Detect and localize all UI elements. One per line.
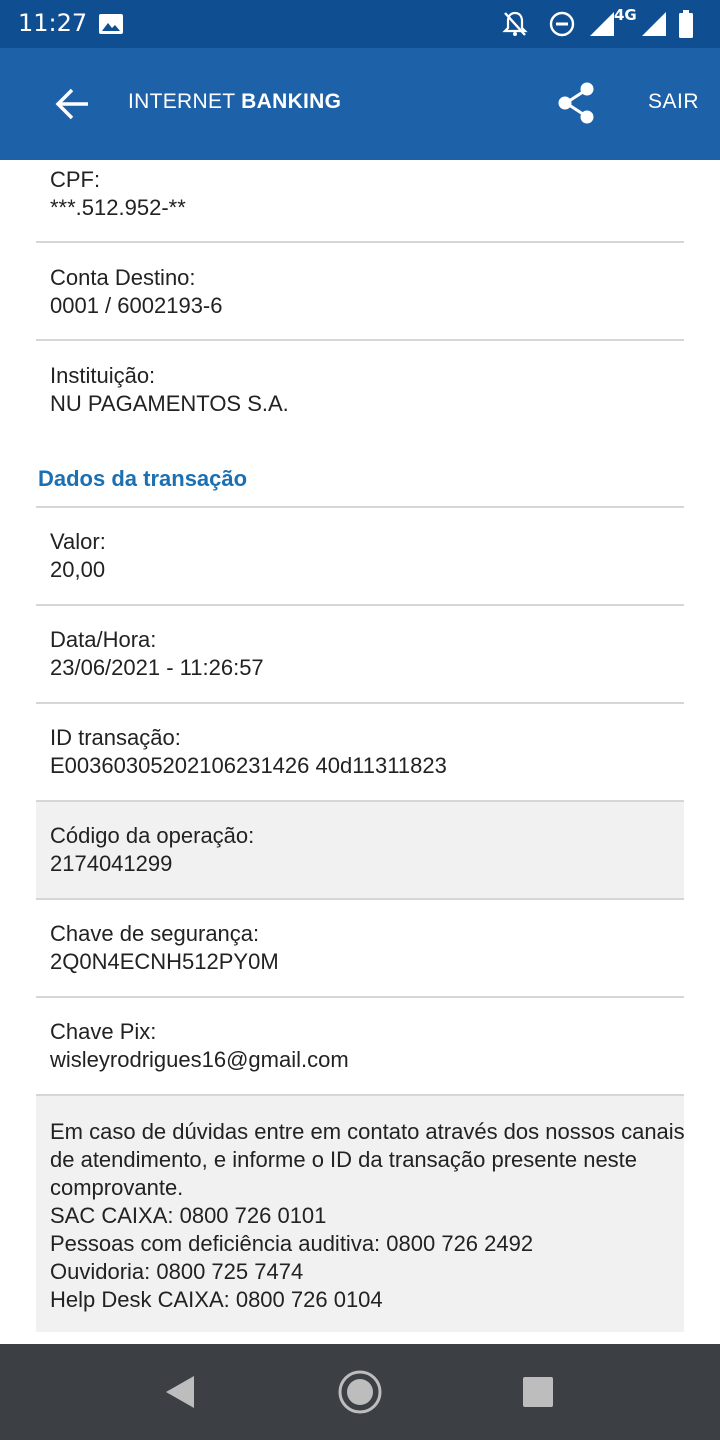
- operation-code-label: Código da operação:: [50, 823, 255, 848]
- operation-code-field: Código da operação: 2174041299: [36, 822, 684, 878]
- back-arrow-icon[interactable]: [50, 80, 98, 128]
- contact-info-line: Em caso de dúvidas entre em contato atra…: [50, 1119, 685, 1144]
- amount-label: Valor:: [50, 529, 106, 554]
- exit-button[interactable]: SAIR: [648, 90, 699, 114]
- divider: [36, 339, 684, 341]
- institution-label: Instituição:: [50, 363, 156, 388]
- amount-field: Valor: 20,00: [36, 528, 684, 584]
- security-key-value: 2Q0N4ECNH512PY0M: [50, 949, 279, 974]
- transaction-id-label: ID transação:: [50, 725, 181, 750]
- divider: [36, 702, 684, 704]
- do-not-disturb-icon: [549, 11, 575, 37]
- share-icon[interactable]: [552, 78, 602, 128]
- signal-icon: [590, 12, 614, 36]
- institution-value: NU PAGAMENTOS S.A.: [50, 391, 289, 416]
- transaction-id-value: E00360305202106231426 40d11311823: [50, 753, 447, 778]
- help-desk-phone: Help Desk CAIXA: 0800 726 0104: [50, 1287, 383, 1312]
- battery-icon: [679, 10, 693, 38]
- app-bar: INTERNET BANKING SAIR: [0, 48, 720, 160]
- back-triangle-icon[interactable]: [156, 1368, 204, 1416]
- receipt-content[interactable]: CPF: ***.512.952-** Conta Destino: 0001 …: [0, 160, 720, 1344]
- account-value: 0001 / 6002193-6: [50, 293, 223, 318]
- security-key-label: Chave de segurança:: [50, 921, 260, 946]
- account-field: Conta Destino: 0001 / 6002193-6: [36, 264, 684, 320]
- divider: [36, 898, 684, 900]
- pix-key-field: Chave Pix: wisleyrodrigues16@gmail.com: [36, 1018, 684, 1074]
- status-time: 11:27: [18, 9, 88, 37]
- signal-icon: [642, 12, 666, 36]
- bell-off-icon: [502, 11, 528, 36]
- recents-square-icon[interactable]: [514, 1368, 562, 1416]
- app-title-part2: BANKING: [241, 90, 342, 113]
- system-nav-bar: [0, 1344, 720, 1440]
- datetime-value: 23/06/2021 - 11:26:57: [50, 655, 264, 680]
- cpf-field: CPF: ***.512.952-**: [36, 166, 684, 222]
- hearing-impaired-phone: Pessoas com deficiência auditiva: 0800 7…: [50, 1231, 534, 1256]
- divider: [36, 1094, 684, 1096]
- amount-value: 20,00: [50, 557, 106, 582]
- ombudsman-phone: Ouvidoria: 0800 725 7474: [50, 1259, 304, 1284]
- network-type: 4G: [614, 6, 637, 24]
- divider: [36, 800, 684, 802]
- divider: [36, 506, 684, 508]
- app-title: INTERNET BANKING: [128, 90, 341, 114]
- transaction-section-title: Dados da transação: [38, 466, 248, 491]
- operation-code-value: 2174041299: [50, 851, 173, 876]
- divider: [36, 604, 684, 606]
- security-key-field: Chave de segurança: 2Q0N4ECNH512PY0M: [36, 920, 684, 976]
- cpf-value: ***.512.952-**: [50, 195, 186, 220]
- contact-info-line: comprovante.: [50, 1175, 184, 1200]
- cpf-label: CPF:: [50, 167, 101, 192]
- status-bar: 11:27 4G: [0, 0, 720, 48]
- datetime-label: Data/Hora:: [50, 627, 157, 652]
- image-icon: [99, 14, 123, 34]
- sac-phone: SAC CAIXA: 0800 726 0101: [50, 1203, 327, 1228]
- transaction-id-field: ID transação: E00360305202106231426 40d1…: [36, 724, 684, 780]
- institution-field: Instituição: NU PAGAMENTOS S.A.: [36, 362, 684, 418]
- divider: [36, 241, 684, 243]
- screen: 11:27 4G INTERNET BANKING SAIR CPF: ***.…: [0, 0, 720, 1440]
- divider: [36, 996, 684, 998]
- app-title-part1: INTERNET: [128, 90, 236, 113]
- datetime-field: Data/Hora: 23/06/2021 - 11:26:57: [36, 626, 684, 682]
- contact-info: Em caso de dúvidas entre em contato atra…: [50, 1118, 685, 1314]
- account-label: Conta Destino:: [50, 265, 196, 290]
- contact-info-line: de atendimento, e informe o ID da transa…: [50, 1147, 638, 1172]
- home-circle-icon[interactable]: [336, 1368, 384, 1416]
- status-icons: 4G: [502, 6, 702, 38]
- pix-key-value: wisleyrodrigues16@gmail.com: [50, 1047, 349, 1072]
- pix-key-label: Chave Pix:: [50, 1019, 157, 1044]
